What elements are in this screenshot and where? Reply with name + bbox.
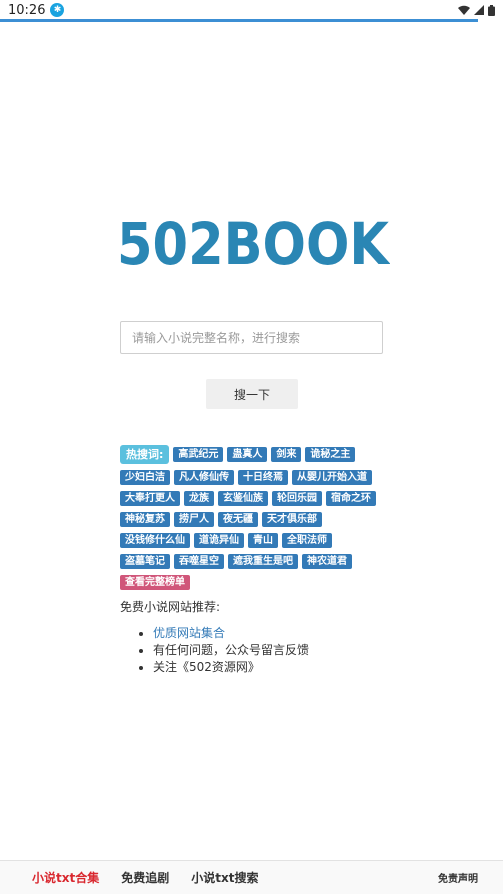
hot-tag[interactable]: 轮回乐园 — [272, 491, 322, 506]
site-logo[interactable]: 502BOOK — [116, 212, 390, 272]
nav-novel-txt-collection[interactable]: 小说txt合集 — [32, 869, 99, 886]
cellular-signal-icon — [474, 5, 484, 15]
hot-tag[interactable]: 神秘复苏 — [120, 512, 170, 527]
hot-tag[interactable]: 遮我重生是吧 — [228, 554, 298, 569]
bottom-nav-bar: 小说txt合集 免费追剧 小说txt搜索 免责声明 — [0, 860, 503, 894]
recommend-item-sites: 优质网站集合 — [153, 625, 420, 642]
nav-free-drama[interactable]: 免费追剧 — [121, 869, 169, 886]
app-notification-icon: ✱ — [50, 3, 65, 17]
hot-tag[interactable]: 没钱修什么仙 — [120, 533, 190, 548]
site-logo-text: 502BOOK — [117, 212, 390, 272]
search-input[interactable] — [120, 321, 383, 354]
hot-tag[interactable]: 剑来 — [271, 447, 302, 462]
hot-tag[interactable]: 盗墓笔记 — [120, 554, 170, 569]
hot-tag[interactable]: 全职法师 — [282, 533, 332, 548]
hot-tag[interactable]: 蛊真人 — [227, 447, 268, 462]
battery-icon — [488, 4, 495, 16]
hot-tag[interactable]: 高武纪元 — [173, 447, 224, 462]
recommend-section: 免费小说网站推荐: 优质网站集合 有任何问题，公众号留言反馈 关注《502资源网… — [120, 598, 420, 676]
hot-tag[interactable]: 玄鉴仙族 — [218, 491, 268, 506]
hot-search-label: 热搜词: — [120, 445, 170, 464]
hot-tag[interactable]: 凡人修仙传 — [174, 470, 234, 485]
hot-search-tags: 热搜词: 高武纪元 蛊真人 剑来 诡秘之主少妇白洁 凡人修仙传 十日终焉 从婴儿开始入道大奉… — [120, 445, 385, 590]
hot-tag[interactable]: 天才俱乐部 — [262, 512, 322, 527]
hot-tag[interactable]: 捞尸人 — [174, 512, 214, 527]
hot-tag[interactable]: 十日终焉 — [238, 470, 288, 485]
hot-tag[interactable]: 神农道君 — [302, 554, 352, 569]
disclaimer-link[interactable]: 免责声明 — [438, 870, 478, 885]
status-bar: 10:26 ✱ — [0, 0, 503, 20]
hot-tag[interactable]: 龙族 — [184, 491, 214, 506]
recommend-item-follow: 关注《502资源网》 — [153, 659, 420, 676]
recommend-list: 优质网站集合 有任何问题，公众号留言反馈 关注《502资源网》 — [120, 625, 420, 676]
recommend-item-feedback: 有任何问题，公众号留言反馈 — [153, 642, 420, 659]
hot-tag[interactable]: 诡秘之主 — [305, 447, 356, 462]
hot-tag[interactable]: 吞噬星空 — [174, 554, 224, 569]
quality-sites-link[interactable]: 优质网站集合 — [153, 626, 225, 640]
hot-tag[interactable]: 青山 — [248, 533, 278, 548]
full-list-button[interactable]: 查看完整榜单 — [120, 575, 190, 590]
hot-tag[interactable]: 道诡异仙 — [194, 533, 244, 548]
hot-tag[interactable]: 大奉打更人 — [120, 491, 180, 506]
search-button[interactable]: 搜一下 — [206, 379, 298, 409]
recommend-title: 免费小说网站推荐: — [120, 600, 221, 614]
hot-tag[interactable]: 夜无疆 — [218, 512, 258, 527]
page-loading-bar — [0, 19, 478, 22]
status-time: 10:26 — [8, 2, 46, 18]
hot-tag[interactable]: 少妇白洁 — [120, 470, 170, 485]
wifi-icon — [458, 5, 470, 15]
nav-novel-txt-search[interactable]: 小说txt搜索 — [191, 869, 258, 886]
hot-tag[interactable]: 从婴儿开始入道 — [292, 470, 372, 485]
hot-tag[interactable]: 宿命之环 — [326, 491, 376, 506]
